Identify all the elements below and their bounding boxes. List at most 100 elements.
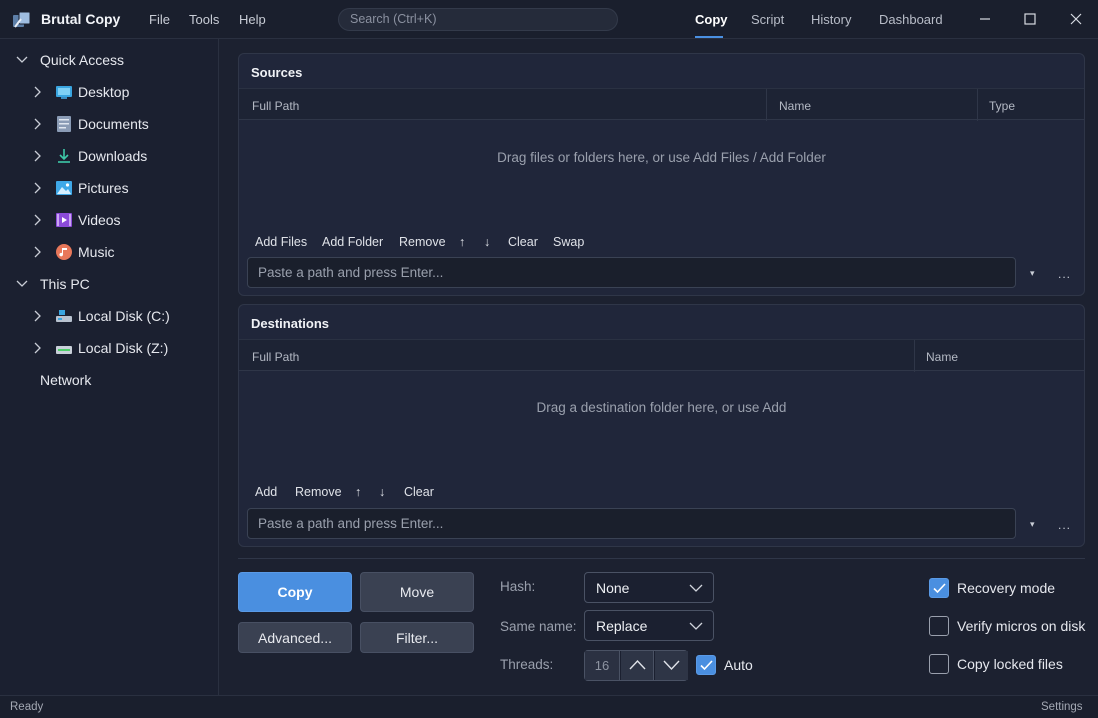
recovery-mode-checkbox[interactable] — [929, 578, 949, 598]
tree-item-network[interactable]: Network — [0, 366, 219, 394]
tree-item-videos[interactable]: Videos — [0, 206, 219, 234]
column-name[interactable]: Name — [926, 350, 958, 364]
chevron-right-icon[interactable] — [33, 150, 43, 162]
chevron-right-icon[interactable] — [33, 246, 43, 258]
videos-icon — [56, 212, 72, 228]
advanced-button[interactable]: Advanced... — [238, 622, 352, 653]
threads-increment-button[interactable] — [621, 651, 654, 680]
chevron-right-icon[interactable] — [33, 182, 43, 194]
close-icon — [1070, 13, 1082, 25]
remove-destination-button[interactable]: Remove — [295, 485, 342, 499]
settings-link[interactable]: Settings — [1041, 701, 1083, 713]
menu-file[interactable]: File — [149, 12, 170, 27]
tab-copy[interactable]: Copy — [695, 12, 728, 27]
downloads-icon — [56, 148, 72, 164]
status-bar: Ready Settings — [0, 695, 1098, 718]
destinations-browse-button[interactable]: ... — [1058, 518, 1071, 532]
tree-item-local-disk-z[interactable]: Local Disk (Z:) — [0, 334, 219, 362]
threads-value[interactable]: 16 — [585, 651, 620, 680]
recovery-mode-label[interactable]: Recovery mode — [957, 580, 1055, 596]
remove-button[interactable]: Remove — [399, 235, 446, 249]
copy-button[interactable]: Copy — [238, 572, 352, 612]
section-divider — [238, 558, 1085, 559]
search-input[interactable]: Search (Ctrl+K) — [338, 8, 618, 31]
move-up-button[interactable]: ↑ — [355, 485, 361, 499]
tree-item-local-disk-c[interactable]: Local Disk (C:) — [0, 302, 219, 330]
filter-button[interactable]: Filter... — [360, 622, 474, 653]
add-destination-button[interactable]: Add — [255, 485, 277, 499]
move-down-button[interactable]: ↓ — [484, 235, 490, 249]
column-divider[interactable] — [977, 89, 978, 121]
hash-label: Hash: — [500, 579, 536, 594]
column-divider[interactable] — [766, 89, 767, 121]
auto-threads-label[interactable]: Auto — [724, 657, 753, 673]
tab-dashboard[interactable]: Dashboard — [879, 12, 943, 27]
tree-label: Videos — [78, 212, 121, 228]
active-tab-indicator — [695, 36, 723, 38]
tree-label: Network — [40, 372, 92, 388]
menu-help[interactable]: Help — [239, 12, 266, 27]
documents-icon — [56, 116, 72, 132]
column-full-path[interactable]: Full Path — [252, 350, 299, 364]
tree-label: Quick Access — [40, 52, 125, 68]
tree-item-music[interactable]: Music — [0, 238, 219, 266]
clear-button[interactable]: Clear — [508, 235, 538, 249]
tree-label: Local Disk (C:) — [78, 308, 170, 324]
move-down-button[interactable]: ↓ — [379, 485, 385, 499]
desktop-icon — [56, 84, 72, 100]
tree-item-this-pc[interactable]: This PC — [0, 270, 219, 298]
move-up-button[interactable]: ↑ — [459, 235, 465, 249]
sources-path-input[interactable]: Paste a path and press Enter... — [247, 257, 1016, 288]
destinations-empty-message: Drag a destination folder here, or use A… — [536, 400, 787, 415]
chevron-right-icon[interactable] — [33, 214, 43, 226]
app-logo-icon — [12, 10, 32, 30]
hash-select[interactable]: None — [584, 572, 714, 603]
tab-script[interactable]: Script — [751, 12, 784, 27]
destinations-panel: Destinations Full Path Name Drag a desti… — [238, 304, 1085, 547]
tree-item-desktop[interactable]: Desktop — [0, 78, 219, 106]
copy-locked-files-checkbox[interactable] — [929, 654, 949, 674]
auto-threads-checkbox[interactable] — [696, 655, 716, 675]
tree-item-documents[interactable]: Documents — [0, 110, 219, 138]
disk-icon — [56, 308, 72, 324]
column-full-path[interactable]: Full Path — [252, 99, 299, 113]
chevron-right-icon[interactable] — [33, 342, 43, 354]
column-type[interactable]: Type — [989, 99, 1015, 113]
chevron-down-icon[interactable] — [16, 278, 28, 290]
column-divider[interactable] — [914, 340, 915, 372]
swap-button[interactable]: Swap — [553, 235, 584, 249]
chevron-down-icon[interactable] — [16, 54, 28, 66]
threads-stepper: 16 — [584, 650, 688, 681]
add-folder-button[interactable]: Add Folder — [322, 235, 383, 249]
menu-tools[interactable]: Tools — [189, 12, 219, 27]
copy-locked-files-label[interactable]: Copy locked files — [957, 656, 1063, 672]
chevron-right-icon[interactable] — [33, 118, 43, 130]
minimize-button[interactable] — [962, 0, 1008, 39]
sources-browse-button[interactable]: ... — [1058, 267, 1071, 281]
clear-destinations-button[interactable]: Clear — [404, 485, 434, 499]
add-files-button[interactable]: Add Files — [255, 235, 307, 249]
sources-history-dropdown[interactable]: ▾ — [1030, 268, 1035, 279]
chevron-down-icon — [663, 660, 680, 671]
column-name[interactable]: Name — [779, 99, 811, 113]
destinations-path-input[interactable]: Paste a path and press Enter... — [247, 508, 1016, 539]
chevron-right-icon[interactable] — [33, 86, 43, 98]
destinations-history-dropdown[interactable]: ▾ — [1030, 519, 1035, 530]
maximize-button[interactable] — [1007, 0, 1053, 39]
verify-micros-checkbox[interactable] — [929, 616, 949, 636]
chevron-up-icon — [629, 659, 646, 670]
close-button[interactable] — [1053, 0, 1098, 39]
tree-item-pictures[interactable]: Pictures — [0, 174, 219, 202]
tree-item-downloads[interactable]: Downloads — [0, 142, 219, 170]
threads-decrement-button[interactable] — [655, 651, 688, 680]
verify-micros-label[interactable]: Verify micros on disk — [957, 618, 1085, 634]
move-button[interactable]: Move — [360, 572, 474, 612]
tree-label: Desktop — [78, 84, 130, 100]
hash-select-value: None — [596, 580, 630, 596]
tree-item-quick-access[interactable]: Quick Access — [0, 46, 219, 74]
same-name-label: Same name: — [500, 619, 577, 634]
tab-history[interactable]: History — [811, 12, 851, 27]
same-name-select[interactable]: Replace — [584, 610, 714, 641]
title-bar: Brutal Copy File Tools Help Search (Ctrl… — [0, 0, 1098, 39]
chevron-right-icon[interactable] — [33, 310, 43, 322]
